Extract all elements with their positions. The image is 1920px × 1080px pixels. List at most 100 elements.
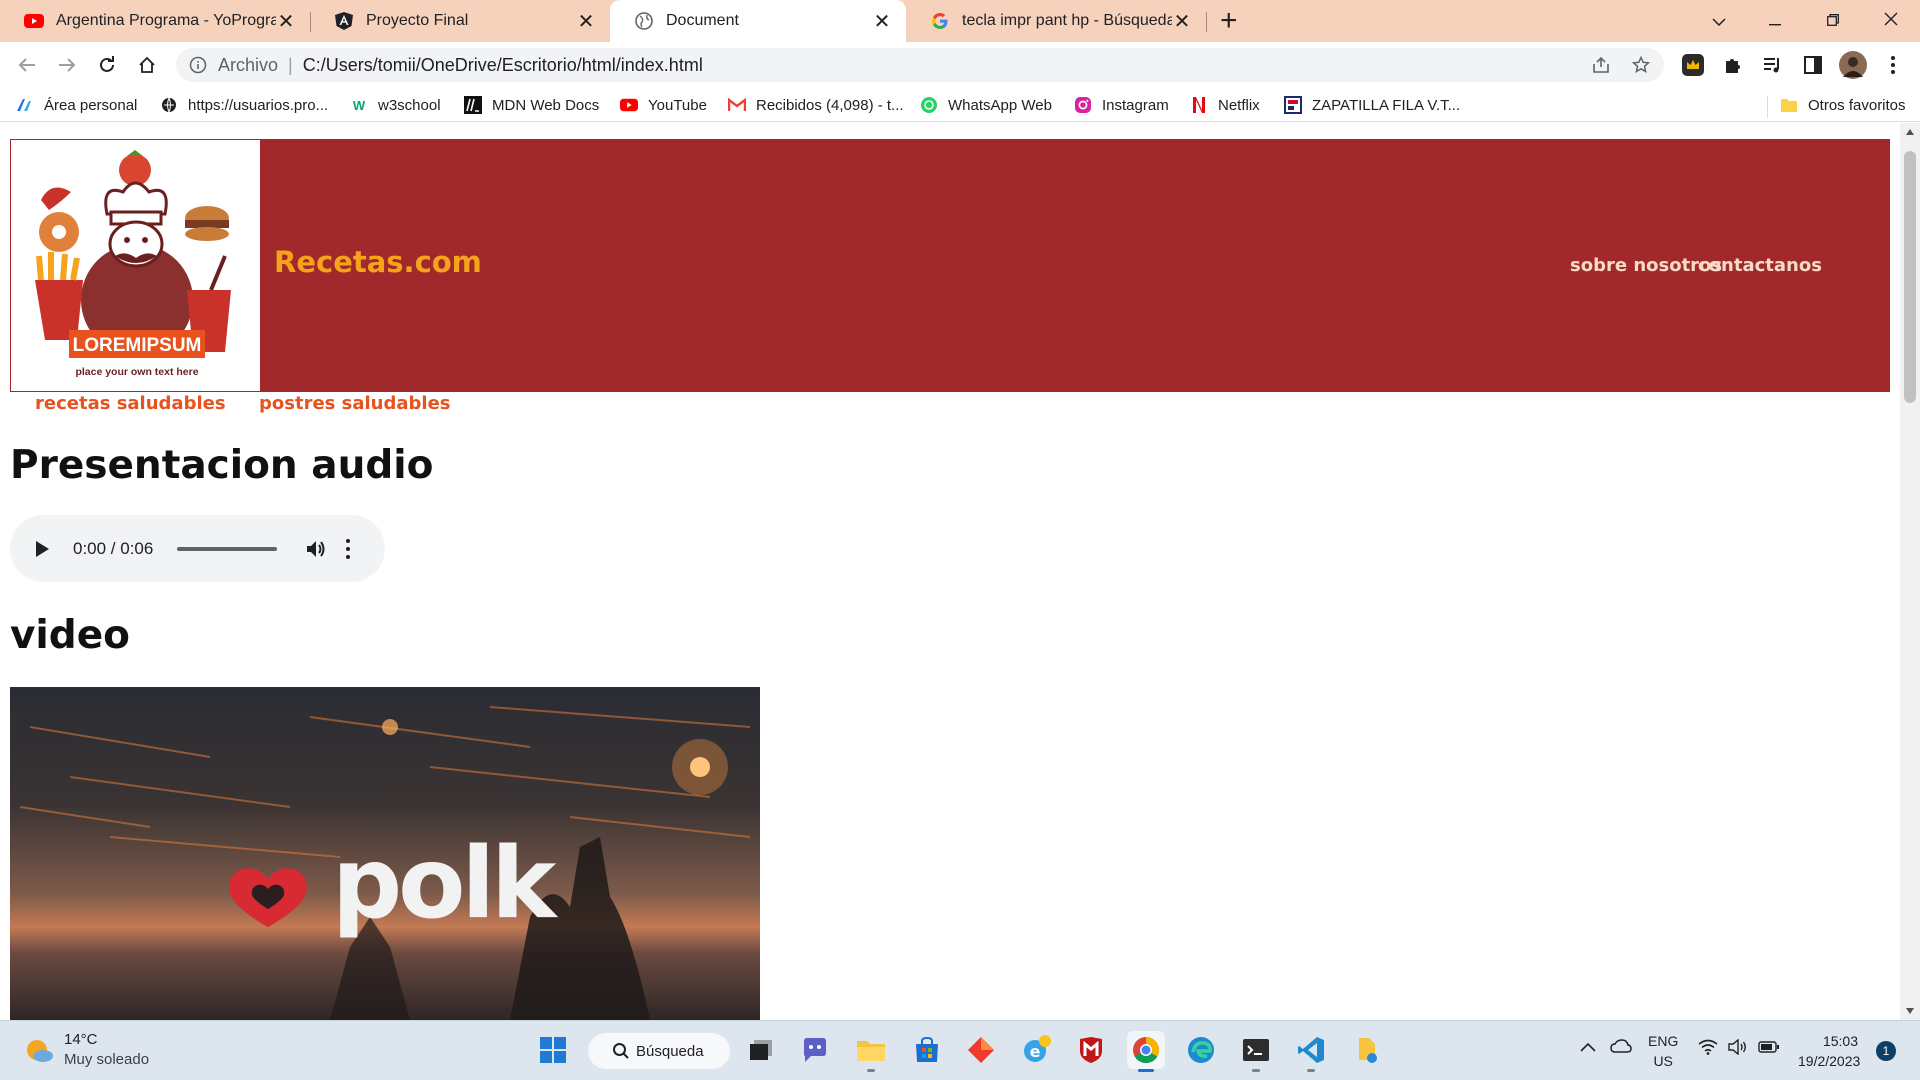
mdn-icon	[464, 96, 482, 114]
audio-player[interactable]: 0:00 / 0:06	[10, 515, 385, 582]
tab-search-button[interactable]	[1690, 0, 1748, 42]
tab-google-search[interactable]: tecla impr pant hp - Búsqueda de ✕	[906, 0, 1206, 42]
video-player[interactable]: polk	[10, 687, 760, 1020]
mcafee-app[interactable]	[1072, 1031, 1110, 1069]
task-view-button[interactable]	[742, 1031, 780, 1069]
nav-link-postres-saludables[interactable]: postres saludables	[259, 393, 451, 414]
profile-avatar[interactable]	[1838, 50, 1868, 80]
media-control-icon[interactable]	[1758, 50, 1788, 80]
gmail-icon	[728, 96, 746, 114]
page-scrollbar[interactable]	[1900, 123, 1920, 1020]
restore-button[interactable]	[1804, 0, 1862, 42]
weather-temperature[interactable]: 14°C	[64, 1031, 98, 1048]
close-window-button[interactable]	[1862, 0, 1920, 42]
files-app[interactable]	[1348, 1031, 1386, 1069]
address-bar[interactable]: Archivo | C:/Users/tomii/OneDrive/Escrit…	[176, 48, 1664, 82]
bookmark-label: w3school	[378, 96, 441, 114]
git-app[interactable]	[962, 1031, 1000, 1069]
show-hidden-icons-chevron-icon[interactable]	[1580, 1039, 1596, 1056]
site-title[interactable]: Recetas.com	[274, 245, 482, 279]
taskbar-search-label: Búsqueda	[636, 1042, 704, 1060]
whatsapp-icon	[920, 96, 938, 114]
tab-argentina-programa[interactable]: Argentina Programa - YoProgram ✕	[0, 0, 310, 42]
microsoft-store-app[interactable]	[908, 1031, 946, 1069]
chrome-app[interactable]	[1127, 1031, 1165, 1072]
extensions-puzzle-icon[interactable]	[1718, 50, 1748, 80]
volume-icon[interactable]	[305, 538, 327, 560]
onedrive-cloud-icon[interactable]	[1610, 1039, 1632, 1057]
audio-more-options-icon[interactable]	[345, 538, 351, 559]
bookmark-netflix[interactable]: Netflix	[1190, 94, 1260, 116]
bookmark-youtube[interactable]: YouTube	[620, 94, 707, 116]
wifi-icon[interactable]	[1698, 1039, 1718, 1059]
ap-icon	[16, 96, 34, 114]
language-code: ENG	[1648, 1033, 1679, 1049]
share-icon[interactable]	[1586, 48, 1616, 82]
bookmark-area-personal[interactable]: Área personal	[16, 94, 137, 116]
bookmark-usuarios[interactable]: https://usuarios.pro...	[160, 94, 328, 116]
bookmark-label: Instagram	[1102, 96, 1169, 114]
speaker-volume-icon[interactable]	[1728, 1038, 1748, 1059]
terminal-app[interactable]	[1237, 1031, 1275, 1072]
bookmark-mdn[interactable]: MDN Web Docs	[464, 94, 599, 116]
side-panel-icon[interactable]	[1798, 50, 1828, 80]
back-button[interactable]	[12, 50, 42, 80]
scroll-down-arrow-icon[interactable]	[1906, 1008, 1914, 1014]
forward-button[interactable]	[52, 50, 82, 80]
ie-app[interactable]: e	[1018, 1031, 1056, 1069]
bookmark-zapatilla-fila[interactable]: ZAPATILLA FILA V.T...	[1284, 94, 1460, 116]
instagram-icon	[1074, 96, 1092, 114]
vscode-app[interactable]	[1292, 1031, 1330, 1072]
taskbar-search[interactable]: Búsqueda	[588, 1033, 730, 1069]
tab-document[interactable]: Document ✕	[610, 0, 906, 42]
nav-link-recetas-saludables[interactable]: recetas saludables	[35, 393, 226, 414]
w3-icon: W	[352, 97, 366, 113]
fila-icon	[1284, 96, 1302, 114]
system-clock[interactable]: 15:03 19/2/2023	[1798, 1031, 1861, 1071]
bookmark-w3school[interactable]: W w3school	[350, 94, 441, 116]
bookmark-star-icon[interactable]	[1626, 48, 1656, 82]
scroll-up-arrow-icon[interactable]	[1906, 129, 1914, 135]
bookmark-instagram[interactable]: Instagram	[1074, 94, 1169, 116]
home-button[interactable]	[132, 50, 162, 80]
bookmark-gmail[interactable]: Recibidos (4,098) - t...	[728, 94, 904, 116]
bookmark-label: Recibidos (4,098) - t...	[756, 96, 904, 114]
edge-app[interactable]	[1182, 1031, 1220, 1069]
file-explorer-app[interactable]	[852, 1031, 890, 1072]
address-url[interactable]: C:/Users/tomii/OneDrive/Escritorio/html/…	[303, 55, 703, 76]
tab-proyecto-final[interactable]: Proyecto Final ✕	[310, 0, 610, 42]
info-icon[interactable]	[188, 55, 208, 75]
start-button[interactable]	[534, 1031, 572, 1069]
running-indicator	[1138, 1069, 1154, 1072]
tab-title: Document	[666, 12, 739, 29]
kebab-menu-icon[interactable]	[1878, 50, 1908, 80]
video-brand-logo-text: polk	[332, 827, 556, 941]
notification-badge[interactable]: 1	[1876, 1041, 1896, 1061]
teams-chat-app[interactable]	[796, 1031, 834, 1069]
audio-time: 0:00 / 0:06	[73, 538, 154, 558]
new-tab-button[interactable]: +	[1220, 4, 1238, 38]
weather-description[interactable]: Muy soleado	[64, 1051, 149, 1068]
minimize-button[interactable]	[1746, 0, 1804, 42]
scrollbar-thumb[interactable]	[1904, 151, 1916, 403]
crown-extension-icon[interactable]	[1678, 50, 1708, 80]
video-heading: video	[10, 613, 130, 658]
audio-progress-track[interactable]	[177, 546, 278, 551]
chef-logo-illustration: LOREMIPSUM place your own text here	[35, 150, 231, 378]
bookmark-whatsapp[interactable]: WhatsApp Web	[920, 94, 1052, 116]
bookmark-label: WhatsApp Web	[948, 96, 1052, 114]
battery-icon[interactable]	[1758, 1040, 1780, 1057]
input-language-indicator[interactable]: ENG US	[1648, 1031, 1678, 1071]
close-tab-icon[interactable]: ✕	[576, 9, 596, 34]
close-tab-icon[interactable]: ✕	[872, 9, 892, 34]
reload-button[interactable]	[92, 50, 122, 80]
close-tab-icon[interactable]: ✕	[276, 9, 296, 34]
nav-link-contactanos[interactable]: contactanos	[1698, 255, 1822, 276]
close-tab-icon[interactable]: ✕	[1172, 9, 1192, 34]
tab-title: tecla impr pant hp - Búsqueda de	[962, 12, 1172, 29]
bookmark-folder-otros[interactable]: Otros favoritos	[1780, 94, 1906, 116]
play-icon[interactable]	[36, 540, 49, 557]
site-logo[interactable]: LOREMIPSUM place your own text here	[10, 139, 261, 392]
weather-icon[interactable]	[24, 1036, 54, 1069]
clock-date: 19/2/2023	[1798, 1053, 1861, 1069]
